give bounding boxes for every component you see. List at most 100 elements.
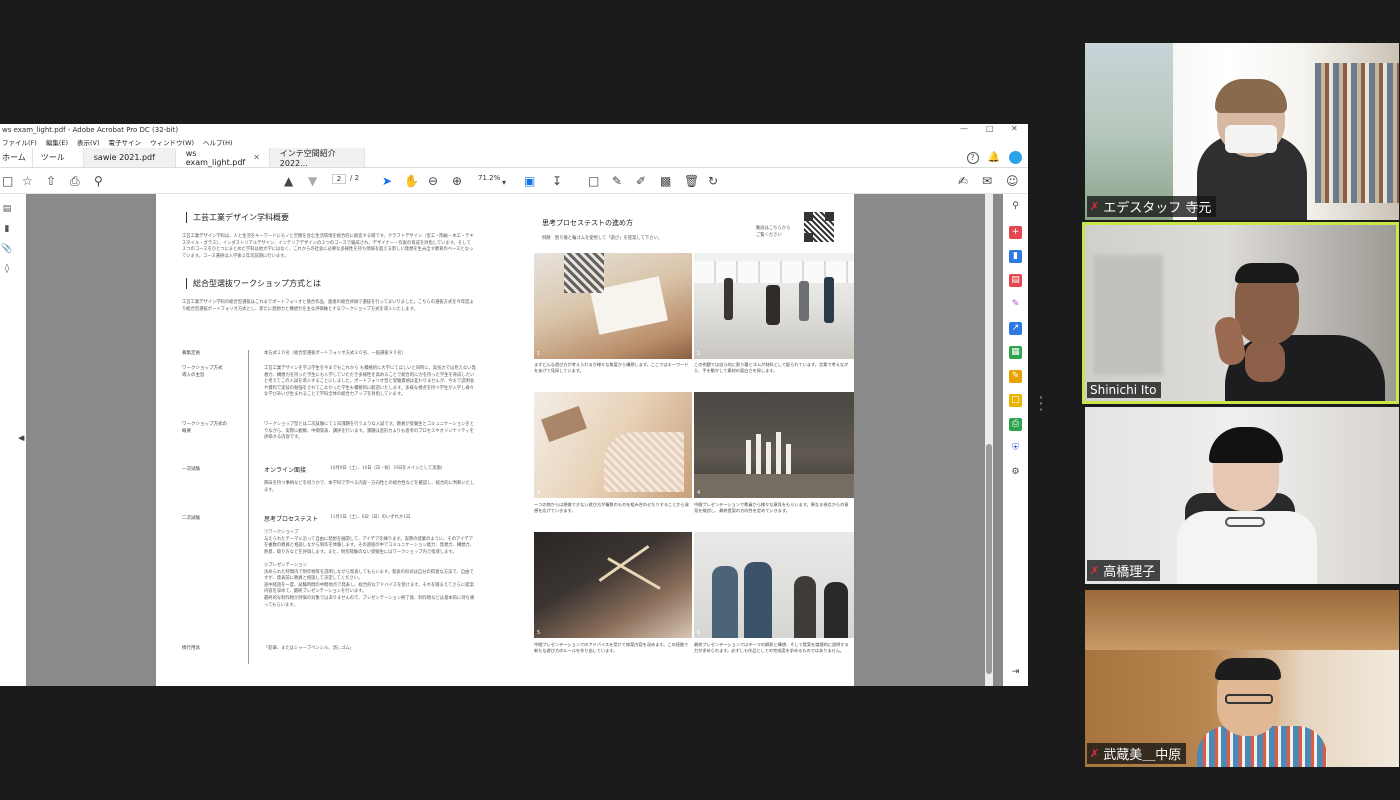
close-tab-icon[interactable]: ✕ bbox=[253, 153, 260, 162]
toolbar: □ ☆ ⇧ ⎙ ⚲ ▲ ▼ 2 / 2 ➤ ✋ ⊖ ⊕ 71.2% ▾ ▣ ↧ … bbox=[0, 168, 1028, 194]
tab-home[interactable]: ホーム bbox=[0, 148, 33, 167]
collapse-panel-icon[interactable]: ⇥ bbox=[1009, 666, 1022, 679]
zoom-search-icon[interactable]: ⚲ bbox=[1009, 200, 1022, 213]
pages-icon[interactable]: ▤ bbox=[0, 204, 14, 214]
scroll-mode-icon[interactable]: ↧ bbox=[552, 174, 562, 188]
participant-nametag: ✗ 高橋理子 bbox=[1087, 560, 1161, 581]
tab-ws-exam-label: ws exam_light.pdf bbox=[185, 148, 246, 167]
row-title: オンライン面接 bbox=[264, 467, 307, 474]
mail-icon[interactable]: ✉ bbox=[982, 174, 992, 188]
scan-icon[interactable]: ▦ bbox=[1009, 346, 1022, 359]
menu-esign[interactable]: 電子サイン bbox=[109, 137, 142, 147]
menu-edit[interactable]: 編集(E) bbox=[46, 137, 68, 147]
comment-icon[interactable]: □ bbox=[588, 174, 599, 188]
menu-file[interactable]: ファイル(F) bbox=[2, 137, 37, 147]
heading-workshop: 総合型選抜ワークショップ方式とは bbox=[186, 278, 406, 289]
row-label: 一次試験 bbox=[182, 467, 200, 472]
trash-icon[interactable]: 🗑 bbox=[684, 174, 699, 188]
zoom-in-icon[interactable]: ⊕ bbox=[452, 174, 462, 188]
row-label: ワークショップ方式の 概要 bbox=[182, 422, 227, 434]
edit-pdf-icon[interactable]: ✎ bbox=[1009, 298, 1022, 311]
maximize-icon[interactable]: □ bbox=[986, 124, 994, 133]
more-tools-icon[interactable]: ⚙ bbox=[1009, 466, 1022, 479]
collapse-left-icon[interactable]: ◀ bbox=[19, 434, 24, 442]
layers-icon[interactable]: ◊ bbox=[0, 264, 14, 274]
participant-nametag: ✗ 武蔵美＿中原 bbox=[1087, 743, 1187, 764]
print-icon[interactable]: ⎙ bbox=[70, 174, 80, 188]
splitter-handle-icon[interactable]: ⋮ bbox=[1032, 393, 1050, 414]
tab-ws-exam[interactable]: ws exam_light.pdf ✕ bbox=[175, 148, 270, 167]
photo-caption: 中間プレゼンテーションで教員から様々な意見をもらいます。異なる視点からの意見を検… bbox=[694, 502, 849, 514]
stamp-icon[interactable]: ▩ bbox=[660, 174, 671, 188]
account-area: ? 🔔 bbox=[966, 151, 1022, 164]
menu-bar: ファイル(F) 編集(E) 表示(V) 電子サイン ウィンドウ(W) ヘルプ(H… bbox=[0, 136, 1028, 148]
next-page-arrow-icon[interactable]: › bbox=[474, 420, 478, 430]
bookmark-icon[interactable]: ▮ bbox=[0, 224, 14, 234]
print-production-icon[interactable]: ⎙ bbox=[1009, 418, 1022, 431]
menu-help[interactable]: ヘルプ(H) bbox=[203, 137, 232, 147]
rotate-icon[interactable]: ↻ bbox=[708, 174, 718, 188]
share-user-icon[interactable]: ☺ bbox=[1006, 174, 1019, 188]
page-number-input[interactable]: 2 bbox=[332, 174, 346, 184]
page-up-icon[interactable]: ▲ bbox=[284, 174, 293, 188]
participant-name: 高橋理子 bbox=[1103, 565, 1156, 580]
menu-window[interactable]: ウィンドウ(W) bbox=[150, 137, 194, 147]
scrollbar-thumb[interactable] bbox=[986, 444, 992, 674]
photo-number: 1 bbox=[537, 351, 541, 357]
marquee-zoom-icon[interactable]: ▣ bbox=[524, 174, 535, 188]
attachment-icon[interactable]: 📎 bbox=[0, 244, 14, 254]
zoom-out-icon[interactable]: ⊖ bbox=[428, 174, 438, 188]
fill-sign-tool-icon[interactable]: ✎ bbox=[1009, 370, 1022, 383]
minimize-icon[interactable]: — bbox=[960, 124, 968, 133]
video-tile[interactable]: ✗ 高橋理子 bbox=[1085, 407, 1399, 584]
organize-pages-icon[interactable]: ▤ bbox=[1009, 274, 1022, 287]
upload-icon[interactable]: ⇧ bbox=[46, 174, 56, 188]
tab-sawie-label: sawie 2021.pdf bbox=[93, 153, 155, 162]
row-text: 興味を持つ事柄などを伺うかで、本学科で学べる内容・方向性との総合性などを確認し、… bbox=[264, 481, 475, 493]
video-tile[interactable]: ✗ 武蔵美＿中原 bbox=[1085, 590, 1399, 767]
photo-number: 6 bbox=[697, 630, 701, 636]
row-date: 10月9日（土）、10日（日・祝）（9日をメインとして実施） bbox=[330, 466, 446, 471]
video-tile-active-speaker[interactable]: Shinichi Ito bbox=[1082, 222, 1399, 404]
combine-files-icon[interactable]: ▮ bbox=[1009, 250, 1022, 263]
photo-number: 5 bbox=[537, 630, 541, 636]
row-text: 「鉛筆、またはシャープペンシル、消しゴム」 bbox=[264, 646, 354, 651]
example-text: 例題 割り箸と輪ゴムを使用して「遊び」を提案して下さい。 bbox=[542, 236, 663, 241]
page-down-icon[interactable]: ▼ bbox=[308, 174, 317, 188]
save-icon[interactable]: □ bbox=[2, 174, 13, 188]
export-pdf-icon[interactable]: ↗ bbox=[1009, 322, 1022, 335]
photo-2: 2 bbox=[694, 253, 854, 359]
bookmark-star-icon[interactable]: ☆ bbox=[22, 174, 33, 188]
tab-inte[interactable]: インテ空間紹介2022... bbox=[269, 148, 365, 168]
tab-tools[interactable]: ツール bbox=[32, 148, 84, 167]
zoom-level-select[interactable]: 71.2% bbox=[478, 174, 500, 182]
mic-muted-icon: ✗ bbox=[1090, 564, 1100, 577]
qr-code[interactable] bbox=[804, 212, 834, 242]
highlight-pen-icon[interactable]: ✎ bbox=[612, 174, 622, 188]
help-icon[interactable]: ? bbox=[966, 151, 979, 164]
avatar[interactable] bbox=[1009, 151, 1022, 164]
photo-number: 2 bbox=[697, 351, 701, 357]
mic-muted-icon: ✗ bbox=[1090, 747, 1100, 760]
sign-icon[interactable]: ✐ bbox=[636, 174, 646, 188]
protect-icon[interactable]: ⛨ bbox=[1009, 442, 1022, 455]
window-title: ws exam_light.pdf - Adobe Acrobat Pro DC… bbox=[2, 126, 179, 134]
create-pdf-icon[interactable]: + bbox=[1009, 226, 1022, 239]
chevron-down-icon[interactable]: ▾ bbox=[502, 176, 506, 190]
close-window-icon[interactable]: ✕ bbox=[1011, 124, 1018, 133]
hand-tool-icon[interactable]: ✋ bbox=[404, 174, 419, 188]
tab-sawie[interactable]: sawie 2021.pdf bbox=[83, 148, 176, 167]
video-tile[interactable]: ✗ エデスタッフ 寺元 bbox=[1085, 43, 1399, 220]
comment-tool-icon[interactable]: □ bbox=[1009, 394, 1022, 407]
document-area: ▤ ▮ 📎 ◊ ◀ 工芸工業デザイン学科概要 工芸工業デザイン学科は、人と生活を… bbox=[0, 194, 1028, 686]
left-panel-rail: ▤ ▮ 📎 ◊ bbox=[0, 194, 14, 686]
photo-caption: 中間プレゼンテーションでのアドバイスを受けて修案内容を深めます。この段階で新たな… bbox=[534, 642, 689, 654]
zoom-search-icon[interactable]: ⚲ bbox=[94, 174, 103, 188]
menu-view[interactable]: 表示(V) bbox=[77, 137, 100, 147]
tab-inte-label: インテ空間紹介2022... bbox=[279, 148, 336, 168]
table-divider bbox=[248, 350, 249, 664]
bell-icon[interactable]: 🔔 bbox=[988, 152, 1000, 163]
fill-sign-icon[interactable]: ✍ bbox=[958, 174, 968, 188]
select-cursor-icon[interactable]: ➤ bbox=[382, 174, 392, 188]
vertical-scrollbar[interactable] bbox=[985, 194, 993, 686]
